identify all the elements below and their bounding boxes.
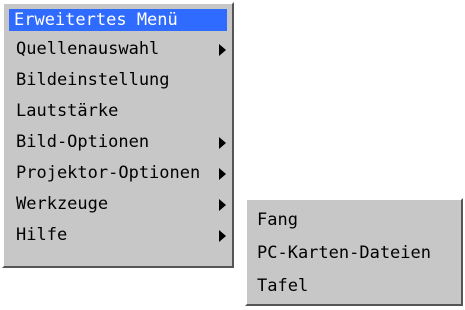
submenu-item-label: Tafel bbox=[257, 276, 309, 296]
menu-item-hilfe[interactable]: Hilfe bbox=[16, 221, 234, 249]
triangle-right-icon bbox=[219, 137, 226, 149]
submenu-item-label: Fang bbox=[257, 210, 298, 230]
menu-item-projektor-optionen[interactable]: Projektor-Optionen bbox=[16, 159, 234, 187]
triangle-right-icon bbox=[219, 168, 226, 180]
submenu-item-fang[interactable]: Fang bbox=[257, 206, 462, 234]
menu-item-label: Bild-Optionen bbox=[16, 132, 150, 152]
menu-item-bildeinstellung[interactable]: Bildeinstellung bbox=[16, 66, 234, 94]
menu-item-bild-optionen[interactable]: Bild-Optionen bbox=[16, 128, 234, 156]
menu-item-label: Hilfe bbox=[16, 225, 68, 245]
menu-item-label: Projektor-Optionen bbox=[16, 163, 201, 183]
menu-title: Erweitertes Menü bbox=[9, 9, 227, 31]
menu-item-label: Quellenauswahl bbox=[16, 39, 160, 59]
menu-item-label: Bildeinstellung bbox=[16, 70, 170, 90]
menu-item-label: Lautstärke bbox=[16, 101, 119, 121]
menu-item-werkzeuge[interactable]: Werkzeuge bbox=[16, 190, 234, 218]
extended-menu: Erweitertes Menü Quellenauswahl Bildeins… bbox=[2, 2, 234, 268]
menu-item-label: Werkzeuge bbox=[16, 194, 109, 214]
submenu-item-tafel[interactable]: Tafel bbox=[257, 272, 462, 300]
menu-item-lautstaerke[interactable]: Lautstärke bbox=[16, 97, 234, 125]
triangle-right-icon bbox=[219, 199, 226, 211]
menu-item-quellenauswahl[interactable]: Quellenauswahl bbox=[16, 35, 234, 63]
submenu-item-pc-karten-dateien[interactable]: PC-Karten-Dateien bbox=[257, 239, 462, 267]
submenu-item-label: PC-Karten-Dateien bbox=[257, 243, 431, 263]
triangle-right-icon bbox=[219, 44, 226, 56]
werkzeuge-submenu: Fang PC-Karten-Dateien Tafel bbox=[245, 198, 463, 306]
triangle-right-icon bbox=[219, 230, 226, 242]
